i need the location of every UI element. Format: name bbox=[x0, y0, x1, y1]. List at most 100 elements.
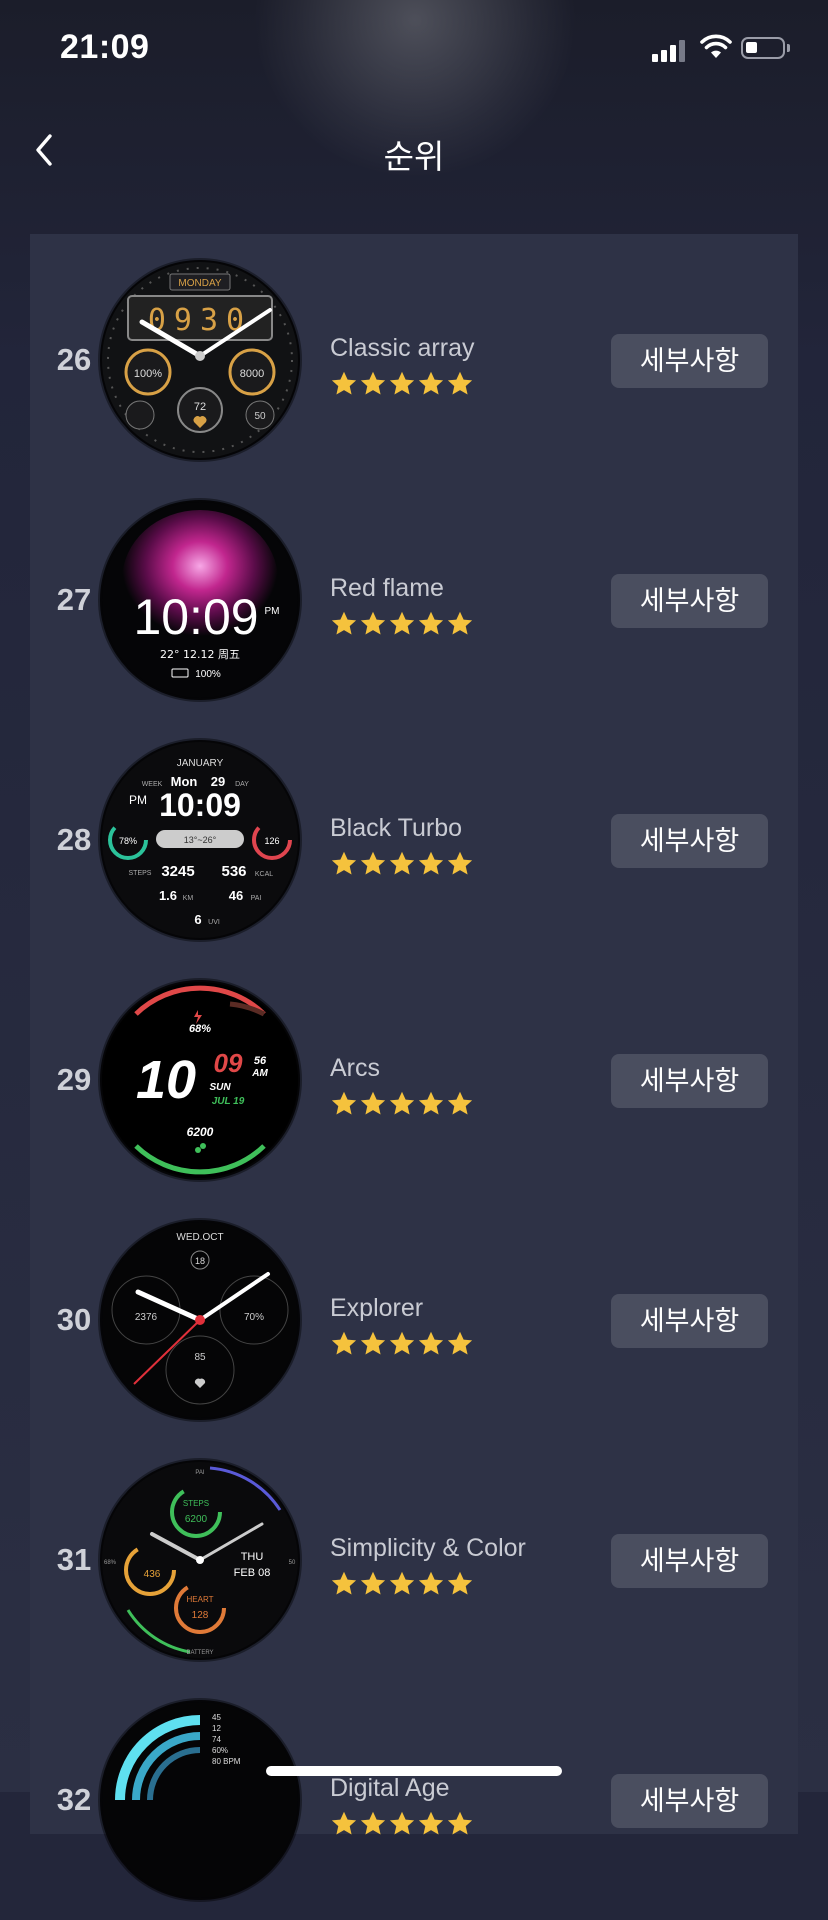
star-icon bbox=[360, 1091, 386, 1115]
face-steps: 3245 bbox=[161, 863, 194, 880]
rank-number: 26 bbox=[56, 342, 92, 377]
face-left: 68% bbox=[104, 1560, 117, 1566]
face-uv: 50 bbox=[254, 411, 266, 422]
star-rating bbox=[330, 1570, 475, 1598]
details-button[interactable]: 세부사항 bbox=[611, 1294, 768, 1348]
face-steps: 6200 bbox=[185, 1514, 208, 1525]
face-steps: 2376 bbox=[135, 1312, 158, 1323]
face-hour: 10 bbox=[136, 1050, 196, 1110]
star-icon bbox=[360, 371, 386, 395]
face-date: FEB 08 bbox=[234, 1567, 271, 1579]
face-date: JUL 19 bbox=[212, 1096, 245, 1107]
star-rating bbox=[330, 1090, 475, 1118]
star-rating bbox=[330, 850, 475, 878]
rank-number: 32 bbox=[56, 1782, 92, 1817]
star-icon bbox=[331, 1811, 357, 1835]
star-icon bbox=[389, 1811, 415, 1835]
star-icon bbox=[360, 851, 386, 875]
details-button[interactable]: 세부사항 bbox=[611, 814, 768, 868]
face-stat-2: 12 bbox=[212, 1724, 221, 1733]
star-icon bbox=[360, 611, 386, 635]
star-icon bbox=[447, 1811, 473, 1835]
star-icon bbox=[418, 851, 444, 875]
face-steps-label: STEPS bbox=[129, 870, 152, 877]
watch-face-thumbnail[interactable]: JANUARY WEEK Mon 29 DAY PM 10:09 78% 13°… bbox=[100, 740, 300, 940]
face-info: 22° 12.12 周五 bbox=[160, 648, 240, 661]
star-icon bbox=[331, 1091, 357, 1115]
star-icon bbox=[360, 1571, 386, 1595]
face-bottom: BATTERY bbox=[186, 1650, 213, 1656]
face-heart: 72 bbox=[194, 401, 206, 413]
list-item: 32 45 12 74 60% 80 BPM Digital Age 세부사항 bbox=[30, 1680, 798, 1920]
star-icon bbox=[418, 611, 444, 635]
watch-face-name: Classic array bbox=[330, 334, 475, 362]
details-button[interactable]: 세부사항 bbox=[611, 1534, 768, 1588]
face-top: PAI bbox=[195, 1470, 205, 1476]
face-stat-3: 74 bbox=[212, 1735, 221, 1744]
list-item: 30 WED.OCT 18 2376 70% 85 Explorer 세부사항 bbox=[30, 1200, 798, 1440]
face-right: 50 bbox=[289, 1560, 296, 1566]
face-temp: 13°~26° bbox=[184, 835, 217, 845]
page-title: 순위 bbox=[383, 138, 445, 175]
status-time: 21:09 bbox=[60, 28, 150, 66]
star-icon bbox=[418, 1571, 444, 1595]
face-steps-label: STEPS bbox=[183, 1499, 209, 1508]
face-time: 10:09 bbox=[159, 787, 241, 823]
star-icon bbox=[418, 371, 444, 395]
face-day: 18 bbox=[195, 1256, 205, 1266]
details-button[interactable]: 세부사항 bbox=[611, 334, 768, 388]
face-battery: 100% bbox=[195, 669, 221, 680]
face-day: MONDAY bbox=[178, 278, 221, 289]
face-weekday: SUN bbox=[209, 1082, 231, 1093]
details-button[interactable]: 세부사항 bbox=[611, 1054, 768, 1108]
face-pai-label: PAI bbox=[251, 895, 262, 902]
watch-face-thumbnail[interactable]: 10:09 PM 22° 12.12 周五 100% bbox=[100, 500, 300, 700]
details-button[interactable]: 세부사항 bbox=[611, 1774, 768, 1828]
face-ampm: PM bbox=[265, 606, 280, 617]
battery-icon bbox=[741, 37, 790, 59]
star-icon bbox=[331, 851, 357, 875]
face-second: 56 bbox=[254, 1055, 267, 1067]
watch-face-name: Digital Age bbox=[330, 1774, 450, 1802]
star-icon bbox=[389, 371, 415, 395]
face-stat-5: 80 BPM bbox=[212, 1757, 241, 1766]
star-icon bbox=[331, 611, 357, 635]
star-rating bbox=[330, 610, 475, 638]
watch-face-name: Red flame bbox=[330, 574, 444, 602]
face-uvi-label: UVI bbox=[208, 919, 220, 926]
face-heart: 128 bbox=[192, 1610, 209, 1621]
face-month: JANUARY bbox=[177, 758, 224, 769]
face-stat-1: 45 bbox=[212, 1713, 221, 1722]
face-heart-label: HEART bbox=[187, 1595, 214, 1604]
list-item: 31 PAI BATTERY 68% 50 STEPS 6200 436 HEA… bbox=[30, 1440, 798, 1680]
watch-face-name: Simplicity & Color bbox=[330, 1534, 526, 1562]
face-battery: 70% bbox=[244, 1312, 264, 1323]
star-icon bbox=[331, 1571, 357, 1595]
watch-face-thumbnail[interactable]: PAI BATTERY 68% 50 STEPS 6200 436 HEART … bbox=[100, 1460, 300, 1660]
face-battery: 68% bbox=[189, 1023, 211, 1035]
list-item: 29 68% 10 09 56 AM SUN JUL 19 6200 Arcs … bbox=[30, 960, 798, 1200]
star-icon bbox=[389, 851, 415, 875]
face-ampm: PM bbox=[129, 793, 147, 807]
star-icon bbox=[447, 851, 473, 875]
face-date: WED.OCT bbox=[176, 1232, 223, 1243]
star-icon bbox=[389, 1571, 415, 1595]
watch-face-thumbnail[interactable]: MONDAY 0930 100% 8000 72 50 bbox=[100, 260, 300, 460]
rank-number: 31 bbox=[56, 1542, 92, 1577]
face-ampm: AM bbox=[251, 1068, 268, 1079]
list-item: 28 JANUARY WEEK Mon 29 DAY PM 10:09 78% … bbox=[30, 720, 798, 960]
watch-face-thumbnail[interactable]: 45 12 74 60% 80 BPM bbox=[100, 1700, 300, 1900]
face-weekday: THU bbox=[241, 1551, 264, 1563]
star-icon bbox=[389, 1331, 415, 1355]
face-kcal: 536 bbox=[221, 863, 246, 880]
star-icon bbox=[331, 1331, 357, 1355]
face-steps: 8000 bbox=[240, 368, 264, 380]
face-time: 10:09 bbox=[133, 589, 258, 645]
cellular-signal-icon bbox=[652, 38, 690, 62]
face-pct: 78% bbox=[119, 836, 137, 846]
star-rating bbox=[330, 1330, 475, 1358]
details-button[interactable]: 세부사항 bbox=[611, 574, 768, 628]
watch-face-thumbnail[interactable]: WED.OCT 18 2376 70% 85 bbox=[100, 1220, 300, 1420]
face-uvi: 6 bbox=[194, 912, 201, 927]
watch-face-thumbnail[interactable]: 68% 10 09 56 AM SUN JUL 19 6200 bbox=[100, 980, 300, 1180]
